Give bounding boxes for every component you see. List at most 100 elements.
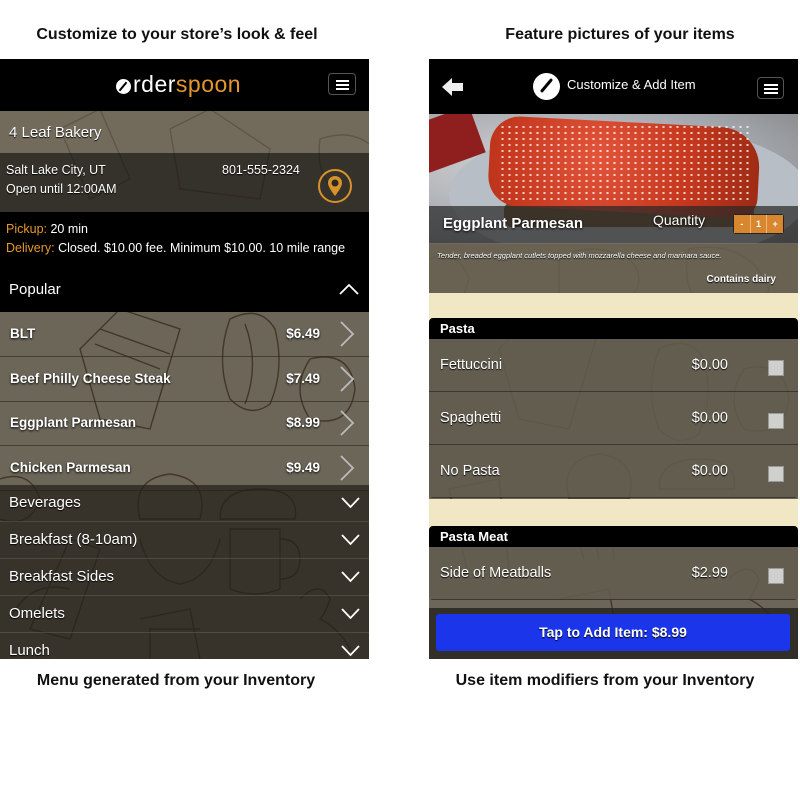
order-options: Pickup: 20 min Delivery: Closed. $10.00 … (0, 212, 369, 268)
menu-item-name: BLT (10, 326, 36, 341)
modifier-group-title: Pasta (429, 318, 798, 339)
chevron-down-icon (341, 571, 360, 583)
modifier-option[interactable]: No Pasta $0.00 (429, 445, 798, 498)
menu-item-name: Eggplant Parmesan (10, 415, 137, 430)
item-title-bar: Eggplant Parmesan Quantity - 1 + (429, 206, 798, 243)
item-description: Tender, breaded eggplant cutlets topped … (437, 251, 722, 260)
app-header: rder spoon (0, 59, 369, 111)
screen-title: Customize & Add Item (567, 77, 696, 92)
menu-item-price: $7.49 (286, 371, 320, 386)
store-city: Salt Lake City, UT (6, 163, 106, 177)
modifier-checkbox[interactable] (768, 360, 784, 376)
quantity-stepper: - 1 + (733, 214, 784, 234)
logo-text-order: rder (133, 71, 176, 97)
modifier-name: Spaghetti (440, 410, 502, 426)
category-name: Lunch (9, 642, 50, 659)
category-header-lunch[interactable]: Lunch (0, 633, 369, 659)
pickup-info: Pickup: 20 min (6, 222, 88, 236)
customize-item-screen: Customize & Add Item Eggplant Parmesan Q… (429, 59, 798, 659)
modifier-checkbox[interactable] (768, 568, 784, 584)
map-pin-icon (328, 176, 342, 196)
modifier-group-pasta-meat: Pasta Meat Side of Meatballs $2.99 (429, 526, 798, 600)
caption-bottom-left: Menu generated from your Inventory (36, 672, 316, 689)
caption-top-left: Customize to your store’s look & feel (36, 26, 318, 43)
store-phone-link[interactable]: 801-555-2324 (222, 163, 300, 177)
chevron-right-icon (340, 455, 355, 481)
orderspoon-logo: rder spoon (116, 71, 241, 98)
modifier-price: $2.99 (691, 565, 728, 581)
menu-item[interactable]: Beef Philly Cheese Steak $7.49 (0, 357, 369, 402)
hamburger-icon (764, 84, 778, 86)
map-location-button[interactable] (318, 169, 352, 203)
caption-bottom-right: Use item modifiers from your Inventory (455, 672, 755, 689)
category-header-breakfast[interactable]: Breakfast (8-10am) (0, 522, 369, 559)
modifier-option[interactable]: Side of Meatballs $2.99 (429, 547, 798, 600)
menu-item[interactable]: Chicken Parmesan $9.49 (0, 446, 369, 491)
spoon-logo-icon (116, 79, 131, 94)
logo-text-spoon: spoon (175, 71, 242, 97)
increment-button[interactable]: + (767, 215, 784, 233)
modifier-name: Fettuccini (440, 357, 503, 373)
delivery-label: Delivery: (6, 241, 55, 255)
menu-item-price: $6.49 (286, 326, 320, 341)
menu-item-name: Chicken Parmesan (10, 460, 131, 475)
modifier-price: $0.00 (691, 463, 728, 479)
modifier-group-title: Pasta Meat (429, 526, 798, 547)
chevron-down-icon (341, 534, 360, 546)
modifier-checkbox[interactable] (768, 413, 784, 429)
app-header: Customize & Add Item (429, 59, 798, 114)
pickup-label: Pickup: (6, 222, 47, 236)
spoon-logo-icon (533, 73, 560, 100)
category-name: Popular (9, 281, 61, 298)
modifier-price: $0.00 (691, 357, 728, 373)
quantity-label: Quantity (653, 212, 706, 228)
decrement-button[interactable]: - (734, 215, 751, 233)
store-menu-screen: rder spoon 4 Leaf Bakery Salt Lake City, … (0, 59, 369, 659)
category-name: Breakfast Sides (9, 568, 115, 585)
hamburger-menu-button[interactable] (757, 77, 784, 99)
modifier-name: Side of Meatballs (440, 565, 552, 581)
dietary-note: Contains dairy (706, 274, 776, 285)
modifier-group-pasta: Pasta Fettuccini $0.00 Spaghetti $0.00 N… (429, 318, 798, 498)
store-info: Salt Lake City, UT Open until 12:00AM 80… (0, 153, 369, 212)
category-name: Breakfast (8-10am) (9, 531, 138, 548)
delivery-value: Closed. $10.00 fee. Minimum $10.00. 10 m… (54, 241, 346, 255)
menu-item[interactable]: Eggplant Parmesan $8.99 (0, 401, 369, 446)
hamburger-menu-button[interactable] (328, 73, 356, 95)
chevron-down-icon (341, 497, 360, 509)
modifier-price: $0.00 (691, 410, 728, 426)
chevron-up-icon (339, 283, 359, 295)
add-item-footer: Tap to Add Item: $8.99 (429, 608, 798, 659)
store-name: 4 Leaf Bakery (0, 111, 369, 153)
modifier-option[interactable]: Spaghetti $0.00 (429, 392, 798, 445)
store-hours: Open until 12:00AM (6, 182, 117, 196)
cream-divider (429, 499, 798, 529)
modifier-option[interactable]: Fettuccini $0.00 (429, 339, 798, 392)
category-header-popular[interactable]: Popular (0, 268, 369, 312)
item-name: Eggplant Parmesan (443, 215, 584, 232)
category-name: Beverages (9, 494, 81, 511)
hamburger-icon (336, 80, 349, 82)
add-item-button[interactable]: Tap to Add Item: $8.99 (436, 614, 790, 651)
category-header-omelets[interactable]: Omelets (0, 596, 369, 633)
menu-item-name: Beef Philly Cheese Steak (10, 371, 171, 386)
modifier-name: No Pasta (440, 463, 500, 479)
chevron-right-icon (340, 366, 355, 392)
chevron-down-icon (341, 608, 360, 620)
modifier-checkbox[interactable] (768, 466, 784, 482)
menu-item-price: $9.49 (286, 460, 320, 475)
chevron-down-icon (341, 645, 360, 657)
quantity-value: 1 (750, 215, 768, 233)
item-description-box: Tender, breaded eggplant cutlets topped … (429, 243, 798, 293)
menu-item-price: $8.99 (286, 415, 320, 430)
chevron-right-icon (340, 410, 355, 436)
category-header-beverages[interactable]: Beverages (0, 485, 369, 522)
category-header-breakfast-sides[interactable]: Breakfast Sides (0, 559, 369, 596)
chevron-right-icon (340, 321, 355, 347)
pickup-value: 20 min (47, 222, 88, 236)
delivery-info: Delivery: Closed. $10.00 fee. Minimum $1… (6, 241, 345, 255)
category-name: Omelets (9, 605, 65, 622)
menu-item[interactable]: BLT $6.49 (0, 312, 369, 357)
caption-top-right: Feature pictures of your items (505, 26, 735, 43)
back-arrow-icon[interactable] (442, 78, 464, 96)
